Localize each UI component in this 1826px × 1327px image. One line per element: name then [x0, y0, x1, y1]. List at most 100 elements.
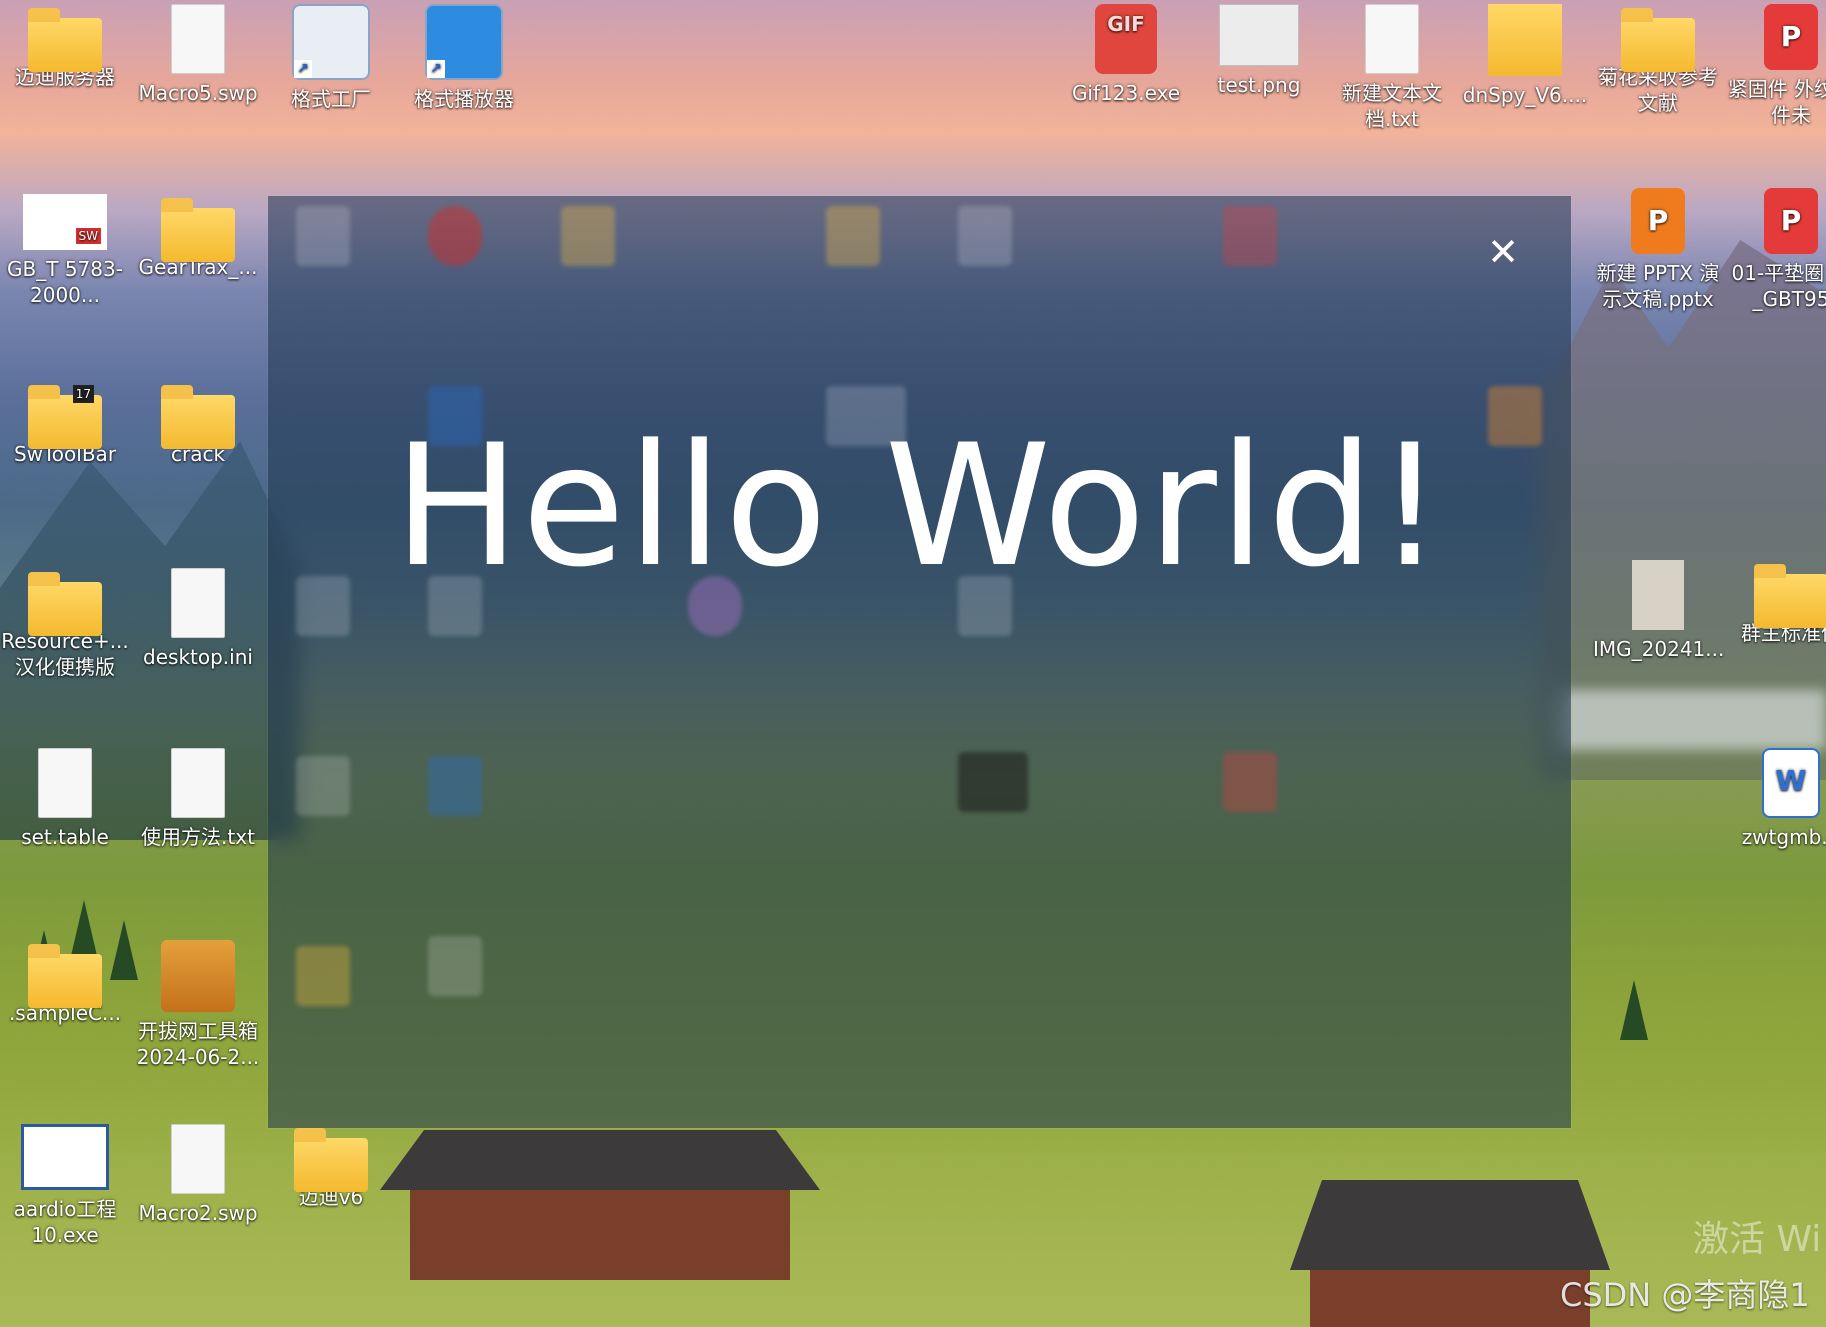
desktop-icon-new-pptx[interactable]: P 新建 PPTX 演示文稿.pptx	[1593, 188, 1723, 312]
blurred-icon	[428, 206, 482, 266]
desktop-icon-macro5[interactable]: Macro5.swp	[133, 4, 263, 106]
wallpaper-fog	[1560, 690, 1826, 750]
folder-icon	[1754, 564, 1826, 628]
pptx-icon: P	[1631, 188, 1685, 254]
icon-label: 紧固件 外纹零件未	[1727, 77, 1826, 127]
folder-icon	[294, 1128, 368, 1192]
desktop-icon-macro2[interactable]: Macro2.swp	[133, 1124, 263, 1226]
gif-icon: GIF	[1095, 4, 1157, 74]
word-doc-icon: W	[1762, 748, 1820, 818]
wallpaper-tree	[1620, 980, 1648, 1040]
desktop-icon-washer-pdf[interactable]: P 01-平垫圈 级_GBT95	[1726, 188, 1826, 312]
blurred-icon	[1223, 752, 1277, 812]
format-factory-icon: ↗	[292, 4, 370, 80]
desktop-icon-maidi-server[interactable]: 迈迪服务器	[0, 4, 130, 90]
wallpaper-cabin-roof	[380, 1130, 820, 1190]
desktop-icon-maidi-v6[interactable]: 迈迪v6	[266, 1124, 396, 1210]
icon-label: Macro2.swp	[138, 1201, 258, 1225]
desktop-icon-dnspy[interactable]: dnSpy_V6....	[1460, 4, 1590, 108]
wallpaper-cabin-roof	[1290, 1180, 1610, 1270]
image-file-icon	[1219, 4, 1299, 66]
icon-label: Macro5.swp	[138, 81, 258, 105]
icon-label: Resource+...汉化便携版	[1, 629, 129, 679]
desktop-icon-swtoolbar[interactable]: 17 SwToolBar	[0, 381, 130, 467]
desktop-icon-aardio[interactable]: aardio工程 10.exe	[0, 1124, 130, 1248]
folder-icon	[28, 944, 102, 1008]
desktop-icon-set-table[interactable]: set.table	[0, 748, 130, 850]
blurred-icon	[958, 206, 1012, 266]
icon-label: 新建文本文档.txt	[1342, 81, 1442, 131]
icon-label: 菊花采收参考文献	[1598, 65, 1718, 115]
icon-label: dnSpy_V6....	[1462, 83, 1588, 107]
icon-label: 01-平垫圈 级_GBT95	[1731, 261, 1826, 311]
desktop-icon-toolbox[interactable]: 开拔网工具箱 2024-06-2...	[133, 940, 263, 1070]
calendar-badge-icon: 17	[72, 385, 94, 403]
desktop-icon-img-photo[interactable]: IMG_20241...	[1593, 560, 1725, 662]
folder-icon	[28, 572, 102, 636]
text-file-icon	[1365, 4, 1419, 74]
icon-label: test.png	[1217, 73, 1301, 97]
wallpaper-cabin	[410, 1190, 790, 1280]
desktop-icon-usage-txt[interactable]: 使用方法.txt	[133, 748, 263, 850]
icon-label: IMG_20241...	[1593, 637, 1725, 661]
wallpaper-cabin	[1310, 1270, 1590, 1327]
shortcut-arrow-icon: ↗	[294, 60, 312, 78]
desktop-icon-fastener[interactable]: P 紧固件 外纹零件未	[1726, 4, 1826, 128]
shortcut-arrow-icon: ↗	[427, 60, 445, 78]
desktop-icon-new-txt[interactable]: 新建文本文档.txt	[1327, 4, 1457, 132]
csdn-watermark: CSDN @李商隐1	[1560, 1276, 1810, 1314]
icon-label: 格式播放器	[414, 87, 514, 111]
file-icon	[38, 748, 92, 818]
folder-icon	[161, 198, 235, 262]
desktop-icon-geartrax[interactable]: GearTrax_...	[133, 194, 263, 280]
icon-label: set.table	[21, 825, 109, 849]
blurred-icon	[296, 206, 350, 266]
photo-icon	[1632, 560, 1684, 630]
desktop-icon-format-player[interactable]: ↗ 格式播放器	[399, 4, 529, 112]
zip-folder-icon	[1488, 4, 1562, 76]
hello-world-window: ✕ Hello World!	[268, 196, 1571, 1128]
desktop-icon-crack[interactable]: crack	[133, 381, 263, 467]
icon-label: 开拔网工具箱 2024-06-2...	[136, 1019, 260, 1069]
blurred-icon	[428, 936, 482, 996]
blurred-icon	[296, 946, 350, 1006]
app-window-icon	[21, 1124, 109, 1190]
desktop-icon-resource-hacker[interactable]: Resource+...汉化便携版	[0, 568, 130, 680]
folder-icon	[28, 8, 102, 72]
pdf-icon: P	[1764, 4, 1818, 70]
bolt-icon: SW	[23, 194, 107, 250]
icon-label: Gif123.exe	[1071, 81, 1181, 105]
media-player-icon: ↗	[425, 4, 503, 80]
desktop-icon-gif123[interactable]: GIF Gif123.exe	[1061, 4, 1191, 106]
desktop-icon-chrysanthemum[interactable]: 菊花采收参考文献	[1593, 4, 1723, 116]
blurred-icon	[1223, 206, 1277, 266]
text-file-icon	[171, 748, 225, 818]
hello-message: Hello World!	[393, 408, 1446, 604]
toolbox-icon	[161, 940, 235, 1012]
icon-label: 使用方法.txt	[141, 825, 255, 849]
desktop-icon-samplec[interactable]: .sampleC...	[0, 940, 130, 1026]
icon-label: 格式工厂	[291, 87, 371, 111]
desktop-icon-gbt5783[interactable]: SW GB_T 5783-2000...	[0, 194, 130, 308]
icon-label: GB_T 5783-2000...	[7, 257, 123, 307]
close-button[interactable]: ✕	[1483, 232, 1523, 272]
icon-label: aardio工程 10.exe	[13, 1197, 117, 1247]
desktop-icon-desktop-ini[interactable]: desktop.ini	[133, 568, 263, 670]
icon-label: desktop.ini	[143, 645, 253, 669]
settings-file-icon	[171, 568, 225, 638]
pdf-icon: P	[1764, 188, 1818, 254]
file-icon	[171, 4, 225, 74]
desktop-icon-test-png[interactable]: test.png	[1194, 4, 1324, 98]
sw-badge-icon: SW	[75, 228, 101, 244]
folder-icon	[161, 385, 235, 449]
blurred-icon	[958, 752, 1028, 812]
desktop-icon-zwtgmb[interactable]: W zwtgmb.d	[1726, 748, 1826, 850]
icon-label: zwtgmb.d	[1741, 825, 1826, 849]
folder-icon: 17	[28, 385, 102, 449]
blurred-icon	[561, 206, 615, 266]
file-icon	[171, 1124, 225, 1194]
folder-icon	[1621, 8, 1695, 72]
desktop-icon-format-factory[interactable]: ↗ 格式工厂	[266, 4, 396, 112]
blurred-icon	[826, 206, 880, 266]
desktop-icon-group-standard[interactable]: 群主标准件	[1726, 560, 1826, 646]
